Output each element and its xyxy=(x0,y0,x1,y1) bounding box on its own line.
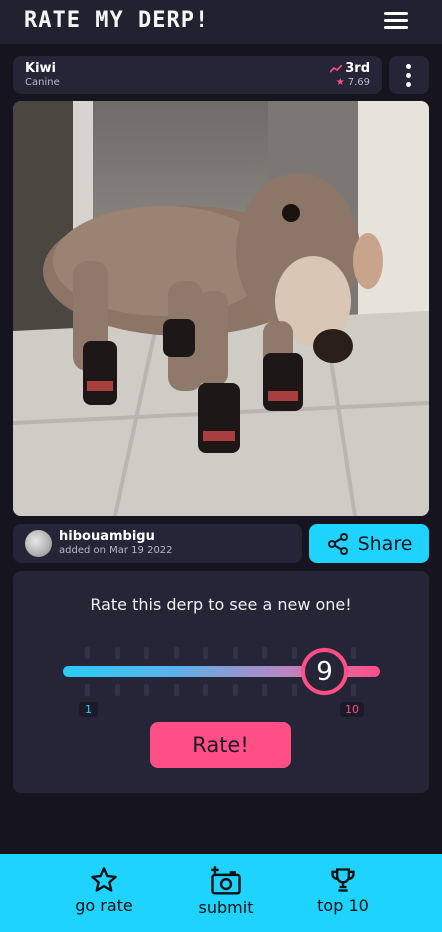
app-logo[interactable]: RATE MY DERP! xyxy=(24,8,209,33)
nav-submit-label: submit xyxy=(198,898,254,917)
pet-species: Canine xyxy=(25,77,60,88)
submitter-username[interactable]: hibouambigu xyxy=(59,529,155,544)
rating-card: Rate this derp to see a new one! 9 1 10 … xyxy=(13,571,429,793)
pet-name: Kiwi xyxy=(25,61,56,76)
pet-rank-value: 3rd xyxy=(345,61,370,76)
bottom-navigation: go rate submit top 10 xyxy=(0,854,442,932)
pet-score: ★ 7.69 xyxy=(336,77,370,88)
nav-go-rate[interactable]: go rate xyxy=(49,866,159,926)
nav-go-rate-label: go rate xyxy=(75,896,133,915)
pet-photo-illustration xyxy=(13,101,429,516)
submitter-card[interactable]: hibouambigu added on Mar 19 2022 xyxy=(13,524,302,563)
share-button[interactable]: Share xyxy=(309,524,429,563)
more-vertical-icon xyxy=(406,64,411,69)
hamburger-menu-icon[interactable] xyxy=(384,12,408,30)
pet-photo xyxy=(13,101,429,516)
camera-add-icon xyxy=(211,866,241,895)
star-filled-icon: ★ xyxy=(335,77,345,88)
rating-slider-thumb[interactable]: 9 xyxy=(301,648,348,695)
submitted-date: added on Mar 19 2022 xyxy=(59,545,173,556)
rate-button[interactable]: Rate! xyxy=(150,722,291,768)
share-icon xyxy=(327,532,348,555)
more-vertical-icon-dot xyxy=(406,73,411,78)
share-label: Share xyxy=(357,532,413,555)
pet-rank: 3rd xyxy=(330,61,370,76)
slider-max-label: 10 xyxy=(340,702,364,717)
rating-prompt: Rate this derp to see a new one! xyxy=(90,595,352,614)
trophy-icon xyxy=(331,868,355,892)
nav-top-10[interactable]: top 10 xyxy=(288,866,398,926)
star-icon xyxy=(91,867,117,892)
avatar[interactable] xyxy=(25,530,52,557)
pet-info-card: Kiwi Canine 3rd ★ 7.69 xyxy=(13,56,382,94)
more-options-button[interactable] xyxy=(389,56,429,94)
pet-score-value: 7.69 xyxy=(347,77,370,88)
trending-up-icon xyxy=(330,64,343,73)
slider-min-label: 1 xyxy=(79,702,98,717)
top-bar: RATE MY DERP! xyxy=(0,0,442,44)
nav-submit[interactable]: submit xyxy=(171,866,281,926)
more-vertical-icon-dot xyxy=(406,82,411,87)
nav-top-10-label: top 10 xyxy=(317,896,369,915)
